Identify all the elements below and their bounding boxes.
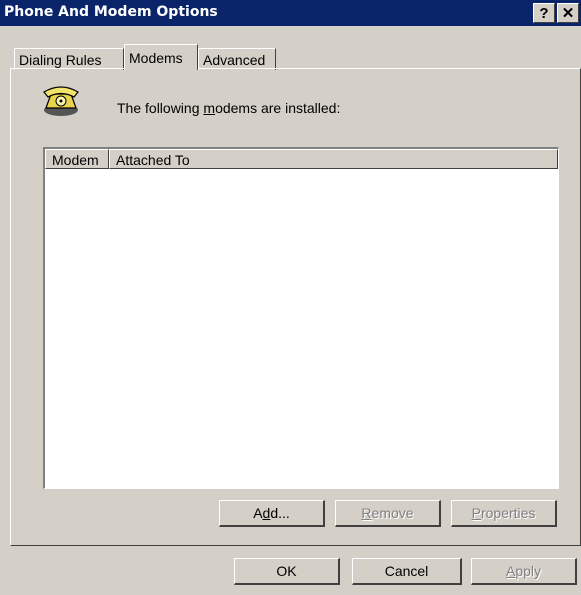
modems-instruction: The following modems are installed: [117, 100, 341, 116]
close-button[interactable]: ✕ [557, 3, 579, 23]
modems-tab-panel: The following modems are installed: Mode… [10, 68, 581, 546]
list-header: Modem Attached To [45, 149, 558, 169]
cancel-button[interactable]: Cancel [352, 558, 462, 585]
column-header-attached-to[interactable]: Attached To [109, 149, 558, 169]
remove-button[interactable]: Remove [335, 500, 441, 527]
apply-button[interactable]: Apply [471, 558, 577, 585]
tab-advanced[interactable]: Advanced [198, 48, 276, 70]
properties-button[interactable]: Properties [451, 500, 557, 527]
column-header-modem[interactable]: Modem [45, 149, 109, 169]
title-bar: Phone And Modem Options ? ✕ [0, 0, 581, 26]
telephone-icon [43, 86, 79, 116]
tab-modems[interactable]: Modems [124, 44, 198, 70]
window-title: Phone And Modem Options [4, 4, 218, 20]
modems-list[interactable]: Modem Attached To [43, 147, 559, 489]
add-button[interactable]: Add... [219, 500, 325, 527]
ok-button[interactable]: OK [234, 558, 340, 585]
tab-dialing-rules[interactable]: Dialing Rules [14, 48, 124, 70]
help-button[interactable]: ? [533, 3, 555, 23]
